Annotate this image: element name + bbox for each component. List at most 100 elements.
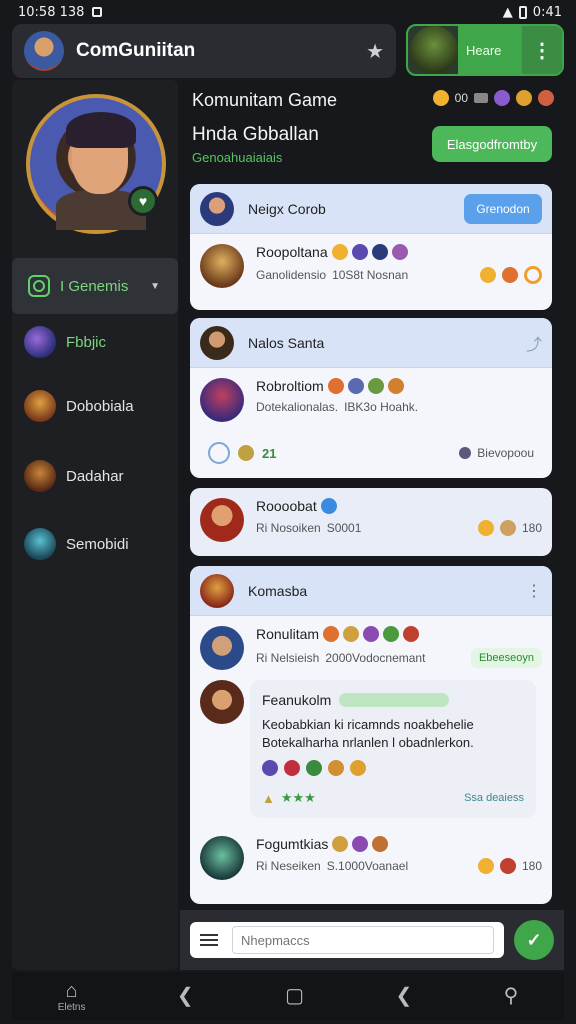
message-input[interactable]	[232, 926, 494, 954]
message-meta: Ri Nosoiken S0001 180	[256, 520, 542, 536]
reaction-icon[interactable]	[502, 267, 518, 283]
recents-nav-button[interactable]: ▢	[285, 985, 304, 1007]
quoted-line-2: Botekalharha nrlanlen l obadnlerkon.	[262, 735, 474, 750]
sidebar-item-genemis[interactable]: I Genemis ▼	[12, 258, 178, 314]
card-avatar[interactable]	[200, 191, 234, 226]
message-avatar[interactable]	[200, 836, 244, 880]
quoted-message[interactable]: Feanukolm Keobabkian ki ricamnds noakbeh…	[250, 680, 536, 818]
reaction-icon[interactable]	[477, 858, 494, 874]
more-options-icon[interactable]: ⋮	[522, 26, 562, 74]
sidebar-item-dobobiala[interactable]: Dobobiala	[12, 378, 178, 434]
card-author: Neigx Corob	[248, 200, 326, 217]
trophy-icon: ▲	[262, 790, 275, 806]
star-emoji-icon	[391, 244, 408, 260]
card-action-button[interactable]: Grenodon	[464, 193, 542, 224]
reaction-right-text[interactable]: Bievopoou	[477, 446, 534, 460]
message-title-text: Ronulitam	[256, 626, 320, 642]
avatar-hair	[66, 112, 136, 148]
sidebar-item-fbbjic[interactable]: Fbbjic	[12, 314, 178, 370]
message-row[interactable]: Roopoltana Ganolidensio 10S8t Nosnan	[190, 234, 552, 298]
message-row[interactable]: Roooobat Ri Nosoiken S0001 180	[190, 488, 552, 552]
emoji-icon[interactable]	[432, 90, 449, 106]
user-avatar[interactable]	[410, 26, 458, 74]
message-card: Komasba ⋮ Ronulitam Ri Nelsieish 2000Vod…	[190, 566, 552, 904]
user-pill[interactable]: Heare ⋮	[406, 24, 564, 76]
reaction-icon[interactable]	[480, 267, 496, 283]
link-icon[interactable]: ⤴	[526, 331, 542, 355]
back2-nav-button[interactable]: ❮	[395, 985, 412, 1007]
message-body: Roooobat Ri Nosoiken S0001 180	[256, 498, 542, 536]
reaction-icon[interactable]	[499, 858, 516, 874]
message-title: Robroltiom	[256, 378, 542, 394]
message-meta-text-2: S.1000Voanael	[326, 859, 409, 873]
user-label[interactable]: Heare	[458, 26, 522, 74]
reaction-ring-icon[interactable]	[524, 266, 542, 284]
message-avatar[interactable]	[200, 626, 244, 670]
composer-box	[190, 922, 504, 958]
message-avatar[interactable]	[200, 498, 244, 542]
smile-icon[interactable]	[516, 90, 532, 106]
reaction-icon[interactable]	[477, 520, 494, 536]
leaf-emoji-icon	[306, 760, 322, 776]
message-row[interactable]: Fogumtkias Ri Neseiken S.1000Voanael 180	[190, 826, 552, 890]
video-icon[interactable]	[474, 93, 488, 103]
message-title-text: Fogumtkias	[256, 836, 329, 852]
star-icon[interactable]: ★	[366, 39, 384, 64]
battery-icon	[518, 5, 527, 19]
notification-icon	[92, 7, 103, 17]
fire-icon[interactable]	[538, 90, 554, 106]
search-nav-button[interactable]: ⚲	[504, 985, 519, 1007]
card-avatar[interactable]	[200, 573, 234, 608]
app-logo-avatar[interactable]	[24, 31, 64, 71]
message-meta: Ri Neseiken S.1000Voanael 180	[256, 858, 542, 874]
more-icon[interactable]: ⋮	[526, 581, 542, 601]
card-author: Komasba	[248, 582, 308, 599]
user-icon	[459, 447, 472, 459]
sword-emoji-icon	[347, 378, 364, 394]
heart-emoji-icon	[284, 760, 300, 776]
sidebar-item-dadahar[interactable]: Dadahar	[12, 448, 178, 504]
message-title-text: Roopoltana	[256, 244, 328, 260]
leaf-emoji-icon	[383, 626, 400, 642]
purple-emoji-icon[interactable]	[494, 90, 510, 106]
reaction-count: 180	[521, 859, 542, 873]
reaction-icon[interactable]	[238, 445, 254, 461]
sidebar-item-label: Semobidi	[66, 535, 129, 553]
message-avatar[interactable]	[200, 244, 244, 288]
card-avatar[interactable]	[200, 325, 234, 360]
action-button[interactable]: Elasgodfromtby	[432, 126, 552, 162]
back-icon: ❮	[176, 985, 194, 1007]
system-navbar: ⌂ Eletns ❮ ▢ ❮ ⚲	[12, 972, 564, 1020]
community-box-icon	[28, 275, 50, 297]
status-badge[interactable]: Ebeeseoyn	[470, 648, 542, 668]
reaction-icon[interactable]	[499, 520, 516, 536]
online-heart-icon: ♥	[128, 186, 158, 216]
chevron-down-icon[interactable]: ▼	[150, 281, 160, 292]
message-card: Neigx Corob Grenodon Roopoltana Ganolide…	[190, 184, 552, 310]
status-time: 10:58 138	[18, 4, 85, 20]
quoted-title: Feanukolm	[262, 692, 524, 708]
message-row[interactable]: Ronulitam Ri Nelsieish 2000Vodocnemant E…	[190, 616, 552, 680]
quoted-footer: ▲ ★★★ Ssa deaiess	[262, 790, 524, 806]
send-button[interactable]: ✓	[514, 920, 554, 960]
reply-icon[interactable]	[208, 442, 230, 464]
message-avatar[interactable]	[200, 378, 244, 422]
fire-emoji-icon	[327, 378, 344, 394]
message-card: Nalos Santa ⤴ Robroltiom Dotekalionalas.…	[190, 318, 552, 478]
sidebar-item-semobidi[interactable]: Semobidi	[12, 516, 178, 572]
message-meta-text: Ri Nosoiken	[256, 521, 321, 535]
shield-emoji-icon	[371, 244, 388, 260]
leaf-emoji-icon	[367, 378, 384, 394]
sword-emoji-icon	[332, 836, 349, 852]
quoted-avatar[interactable]	[200, 680, 244, 724]
message-reactions: 180	[477, 858, 542, 874]
home-icon: ⌂	[65, 979, 78, 1002]
chat-subtitle: Hnda Gbballan	[192, 124, 319, 145]
reaction-row: 21 Bievopoou	[190, 432, 552, 474]
back-nav-button[interactable]: ❮	[177, 985, 194, 1007]
smile-emoji-icon	[372, 836, 389, 852]
menu-icon[interactable]	[200, 934, 218, 946]
message-row[interactable]: Robroltiom Dotekalionalas. IBK3o Hoahk.	[190, 368, 552, 432]
quoted-right-text[interactable]: Ssa deaiess	[464, 792, 524, 804]
home-nav-button[interactable]: ⌂ Eletns	[58, 980, 86, 1013]
